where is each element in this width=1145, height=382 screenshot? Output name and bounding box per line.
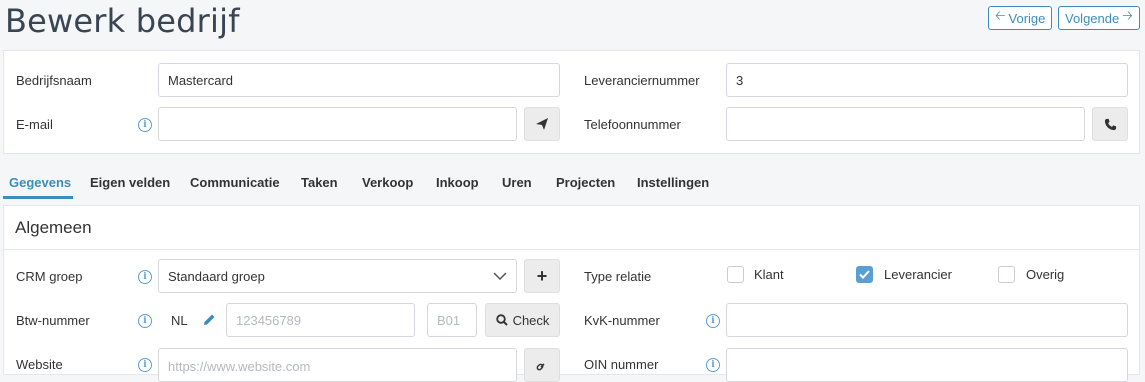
tab-inkoop[interactable]: Inkoop	[436, 175, 479, 190]
phone-label: Telefoonnummer	[584, 117, 681, 132]
checkbox-overig-label: Overig	[1026, 267, 1065, 282]
info-icon[interactable]: i	[706, 314, 720, 328]
plus-icon: +	[536, 265, 548, 286]
supplier-number-label: Leveranciernummer	[584, 73, 700, 88]
relation-type-label: Type relatie	[584, 269, 652, 284]
add-crm-group-button[interactable]: +	[524, 259, 560, 293]
vat-country-code: NL	[171, 313, 188, 328]
checkbox-klant-label: Klant	[754, 267, 784, 282]
section-divider	[3, 249, 1140, 250]
section-title: Algemeen	[15, 218, 92, 237]
checkbox-klant[interactable]	[727, 266, 744, 283]
checkmark-icon	[859, 270, 870, 279]
call-button[interactable]	[1092, 107, 1128, 141]
email-label: E-mail	[16, 117, 53, 132]
previous-button[interactable]: 🡠 Vorige	[988, 6, 1053, 30]
oin-number-input[interactable]	[726, 348, 1128, 382]
pencil-icon[interactable]	[203, 313, 216, 326]
kvk-number-input[interactable]	[726, 303, 1128, 337]
website-input[interactable]: https://www.website.com	[158, 348, 517, 382]
phone-icon	[1104, 118, 1116, 130]
active-tab-indicator	[3, 196, 73, 199]
checkbox-leverancier-label: Leverancier	[884, 267, 952, 282]
tab-uren[interactable]: Uren	[502, 175, 532, 190]
supplier-number-input[interactable]: 3	[726, 63, 1128, 97]
page-title: Bewerk bedrijf	[5, 2, 240, 40]
tab-communicatie[interactable]: Communicatie	[190, 175, 280, 190]
send-icon	[536, 118, 548, 130]
link-icon	[536, 362, 545, 370]
check-button-label: Check	[512, 312, 550, 328]
tab-instellingen[interactable]: Instellingen	[637, 175, 709, 190]
crm-group-label: CRM groep	[16, 269, 83, 284]
info-icon[interactable]: i	[138, 270, 152, 284]
info-icon[interactable]: i	[706, 358, 720, 372]
vat-check-button[interactable]: Check	[485, 303, 560, 337]
checkbox-leverancier[interactable]	[856, 266, 873, 283]
arrow-left-icon: 🡠	[995, 8, 1006, 23]
company-name-input[interactable]: Mastercard	[158, 63, 560, 97]
tab-projecten[interactable]: Projecten	[556, 175, 615, 190]
oin-number-label: OIN nummer	[584, 357, 659, 372]
arrow-right-icon: 🡢	[1122, 8, 1133, 23]
search-icon	[495, 314, 508, 326]
chevron-down-icon	[493, 271, 507, 280]
info-icon[interactable]: i	[138, 314, 152, 328]
info-icon[interactable]: i	[138, 358, 152, 372]
vat-number-label: Btw-nummer	[16, 313, 90, 328]
email-input[interactable]	[158, 107, 517, 141]
tab-eigen-velden[interactable]: Eigen velden	[90, 175, 170, 190]
tab-taken[interactable]: Taken	[301, 175, 338, 190]
tab-gegevens[interactable]: Gegevens	[9, 175, 71, 190]
send-email-button[interactable]	[524, 107, 560, 141]
vat-suffix-input[interactable]: B01	[427, 303, 477, 337]
checkbox-overig[interactable]	[998, 266, 1015, 283]
previous-button-label: Vorige	[1008, 10, 1046, 26]
open-website-button[interactable]	[524, 348, 560, 382]
next-button-label: Volgende	[1065, 10, 1120, 26]
phone-input[interactable]	[726, 107, 1085, 141]
tab-verkoop[interactable]: Verkoop	[362, 175, 413, 190]
vat-number-input[interactable]: 123456789	[226, 303, 415, 337]
info-icon[interactable]: i	[138, 118, 152, 132]
crm-group-select[interactable]: Standaard groep	[158, 259, 517, 293]
next-button[interactable]: Volgende 🡢	[1058, 6, 1140, 30]
website-label: Website	[16, 357, 63, 372]
crm-group-value: Standaard groep	[168, 268, 265, 284]
company-name-label: Bedrijfsnaam	[16, 73, 92, 88]
kvk-number-label: KvK-nummer	[584, 313, 660, 328]
